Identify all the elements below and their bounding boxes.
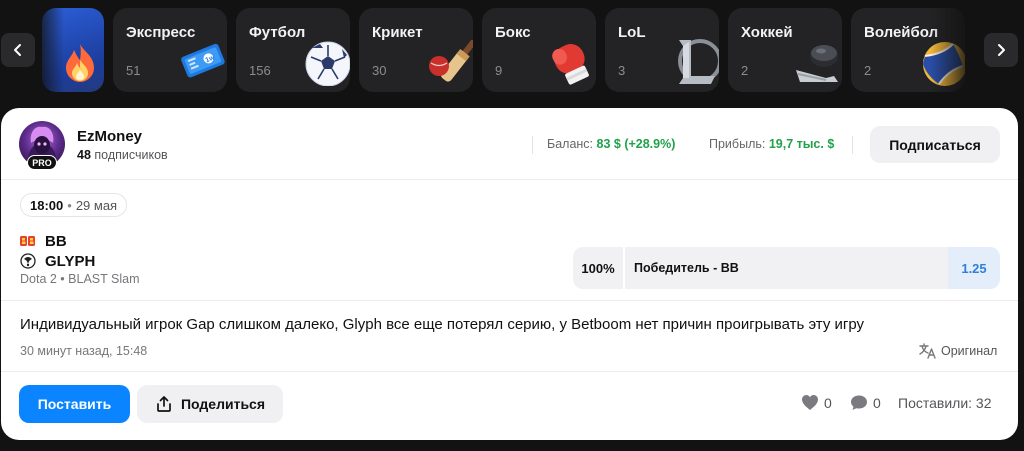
game-league: Dota 2 • BLAST Slam [20, 272, 140, 286]
bet-pick: Победитель - BB [634, 261, 739, 275]
subscribe-button[interactable]: Подписаться [870, 126, 1000, 163]
carousel-prev-button[interactable] [1, 33, 35, 67]
boxing-glove-icon [552, 44, 589, 85]
bet-odds[interactable]: 1.25 [948, 247, 1000, 289]
divider [1, 300, 1018, 301]
football-icon [305, 41, 350, 86]
comments-button[interactable]: 0 [850, 394, 881, 411]
sports-category-carousel: Экспресс 51 1w Футбол 156 Крикет 30 Бокс… [0, 0, 1024, 100]
like-button[interactable]: 0 [801, 394, 832, 411]
tip-comment: Индивидуальный игрок Gap слишком далеко,… [20, 316, 865, 333]
profit-value: 19,7 тыс. $ [768, 137, 835, 151]
category-count: 2 [741, 63, 749, 78]
comment-bubble-icon [851, 395, 867, 410]
category-name: Бокс [495, 24, 531, 41]
category-count: 51 [126, 63, 141, 78]
tip-post-card: PRO EzMoney 48 подписчиков Баланс: 83 $ … [1, 108, 1018, 440]
divider [532, 136, 533, 154]
share-label: Поделиться [180, 396, 266, 412]
category-tile-lol[interactable]: LoL 3 [605, 8, 719, 92]
comment-count: 0 [873, 394, 881, 411]
team-name: GLYPH [45, 252, 96, 270]
category-tile-football[interactable]: Футбол 156 [236, 8, 350, 92]
category-count: 3 [618, 63, 626, 78]
category-tile-hockey[interactable]: Хоккей 2 [728, 8, 842, 92]
category-name: Крикет [372, 24, 423, 41]
balance-value: 83 $ (+28.9%) [596, 137, 676, 151]
fire-icon [66, 44, 94, 82]
subscribers-count: 48 подписчиков [77, 148, 168, 162]
balance-stat: Баланс: 83 $ (+28.9%) [547, 137, 675, 151]
event-datetime: 18:00 • 29 мая [20, 193, 128, 217]
glyph-logo-icon [20, 253, 36, 269]
category-name: Хоккей [741, 24, 793, 41]
place-bet-button[interactable]: Поставить [19, 385, 130, 423]
separator-dot: • [67, 197, 72, 213]
team-row-1[interactable]: BB [20, 232, 67, 250]
team-name: BB [45, 232, 67, 250]
share-button[interactable]: Поделиться [137, 385, 283, 423]
category-tile-cricket[interactable]: Крикет 30 [359, 8, 473, 92]
carousel-next-button[interactable] [984, 33, 1018, 67]
carousel-fade-left [34, 0, 64, 100]
chevron-left-icon [14, 44, 21, 56]
show-original-button[interactable]: Оригинал [919, 343, 997, 359]
translate-icon [919, 343, 936, 359]
category-name: Футбол [249, 24, 306, 41]
event-time: 18:00 [30, 197, 64, 213]
divider [1, 371, 1018, 372]
heart-icon [802, 395, 818, 410]
team-row-2[interactable]: GLYPH [20, 252, 95, 270]
category-tile-express[interactable]: Экспресс 51 1w [113, 8, 227, 92]
lol-logo-icon [678, 39, 719, 84]
subscribers-label: подписчиков [94, 148, 168, 162]
post-timestamp: 30 минут назад, 15:48 [20, 344, 148, 358]
subscribers-number: 48 [77, 148, 91, 162]
author-name[interactable]: EzMoney [77, 128, 142, 145]
pro-badge: PRO [27, 155, 57, 170]
category-count: 9 [495, 63, 503, 78]
bet-selection[interactable]: 100% Победитель - BB 1.25 [573, 247, 1000, 289]
chevron-right-icon [998, 44, 1005, 56]
balance-label: Баланс: [547, 137, 594, 151]
profit-stat: Прибыль: 19,7 тыс. $ [709, 137, 834, 151]
cricket-icon [429, 39, 473, 82]
category-tile-boxing[interactable]: Бокс 9 [482, 8, 596, 92]
bet-stake-percent: 100% [573, 247, 625, 289]
category-count: 30 [372, 63, 387, 78]
profit-label: Прибыль: [709, 137, 766, 151]
author-header: PRO EzMoney 48 подписчиков Баланс: 83 $ … [1, 108, 1018, 180]
share-icon [157, 396, 171, 412]
category-count: 156 [249, 63, 271, 78]
carousel-fade-right [930, 0, 984, 100]
category-count: 2 [864, 63, 872, 78]
placed-count: Поставили: 32 [898, 395, 992, 411]
like-count: 0 [824, 394, 832, 411]
original-label: Оригинал [941, 344, 998, 358]
hockey-icon [796, 45, 838, 82]
event-date: 29 мая [75, 197, 118, 213]
divider [852, 136, 853, 154]
ticket-icon: 1w [181, 43, 225, 78]
betboom-logo-icon [20, 233, 36, 249]
category-name: LoL [618, 24, 646, 41]
